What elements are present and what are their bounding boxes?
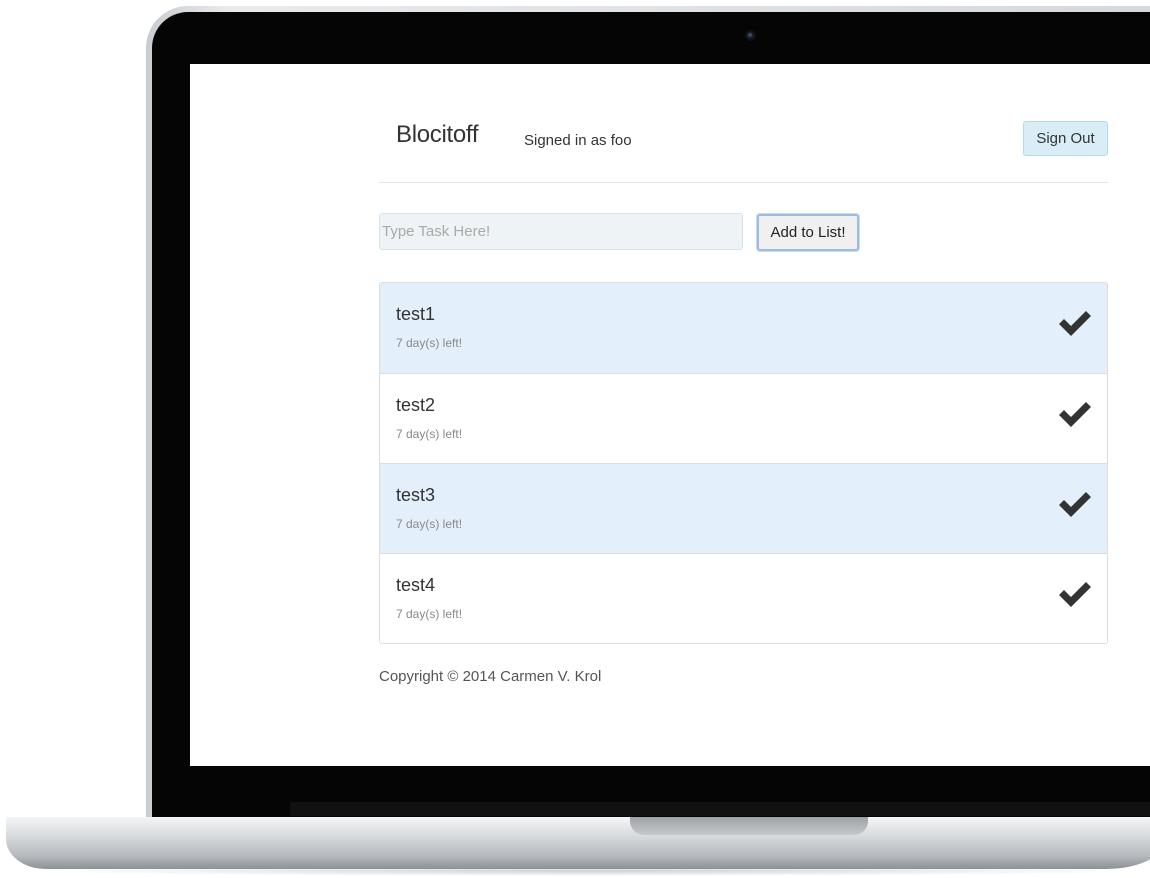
task-name: test2 xyxy=(396,395,436,415)
task-item: test1 7 day(s) left! xyxy=(380,283,1107,373)
task-due: 7 day(s) left! xyxy=(396,427,463,441)
task-item: test3 7 day(s) left! xyxy=(380,463,1107,553)
task-name: test3 xyxy=(396,485,436,505)
brand-title: Blocitoff xyxy=(396,121,479,148)
page-header: Blocitoff Signed in as foo Sign Out xyxy=(379,64,1108,183)
checkmark-icon[interactable] xyxy=(1057,307,1093,339)
app-container: Blocitoff Signed in as foo Sign Out Add … xyxy=(379,64,1108,685)
footer-copyright: Copyright © 2014 Carmen V. Krol xyxy=(379,668,602,685)
sign-out-button[interactable]: Sign Out xyxy=(1023,121,1108,156)
laptop-base xyxy=(6,817,1150,869)
task-form: Add to List! xyxy=(379,213,1108,251)
task-name: test4 xyxy=(396,575,436,595)
task-due: 7 day(s) left! xyxy=(396,517,463,531)
checkmark-icon[interactable] xyxy=(1057,488,1093,520)
task-item: test2 7 day(s) left! xyxy=(380,373,1107,463)
laptop-notch xyxy=(630,817,868,835)
checkmark-icon[interactable] xyxy=(1057,578,1093,610)
task-due: 7 day(s) left! xyxy=(396,607,463,621)
task-item: test4 7 day(s) left! xyxy=(380,553,1107,643)
task-due: 7 day(s) left! xyxy=(396,336,463,350)
task-list: test1 7 day(s) left! test2 7 day(s) left… xyxy=(379,282,1108,644)
add-to-list-button[interactable]: Add to List! xyxy=(757,214,859,251)
checkmark-icon[interactable] xyxy=(1057,398,1093,430)
task-name: test1 xyxy=(396,304,436,324)
webcam-icon xyxy=(745,30,756,41)
laptop-screen: Blocitoff Signed in as foo Sign Out Add … xyxy=(190,64,1150,766)
laptop-hinge xyxy=(290,802,1150,816)
signed-in-status: Signed in as foo xyxy=(524,132,632,149)
task-input[interactable] xyxy=(379,213,743,250)
